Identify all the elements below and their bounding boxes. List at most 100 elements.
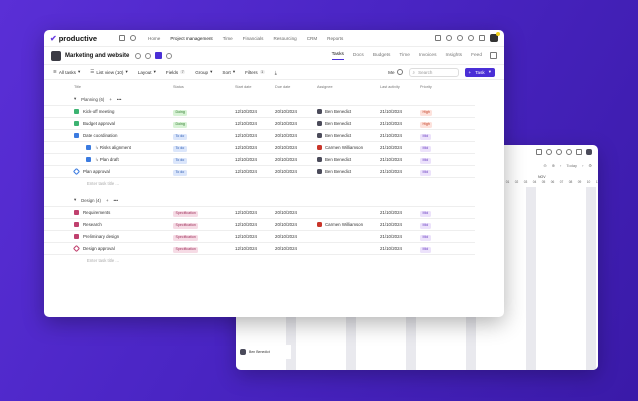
bg-zoom-in-icon[interactable]: ⊕ <box>552 163 555 168</box>
fields-button[interactable]: Fields 7 <box>166 70 186 75</box>
menu-item-reports[interactable]: Reports <box>327 36 343 41</box>
tab-time[interactable]: Time <box>399 53 409 58</box>
table-row[interactable]: Budget approval Doing 12/10/2024 20/10/2024… <box>44 117 475 129</box>
eye-icon[interactable] <box>135 52 142 59</box>
assignee-cell[interactable]: Carmen Williamson <box>317 222 363 228</box>
start-date[interactable]: 12/10/2024 <box>235 169 257 174</box>
due-date[interactable]: 20/10/2024 <box>275 246 297 251</box>
table-row[interactable]: ↳ Plan draft To do 12/10/2024 20/10/2024 Ben… <box>44 153 475 165</box>
enter-task-input[interactable]: Enter task title ... <box>44 177 475 189</box>
tab-tasks[interactable]: Tasks <box>331 52 344 60</box>
assignee-cell[interactable]: Ben Benedict <box>317 109 351 115</box>
start-date[interactable]: 12/10/2024 <box>235 222 257 227</box>
menu-item-crm[interactable]: CRM <box>307 36 317 41</box>
tab-docs[interactable]: Docs <box>353 53 364 58</box>
status-cell[interactable]: To do <box>173 145 187 152</box>
due-date[interactable]: 20/10/2024 <box>275 157 297 162</box>
table-row[interactable]: Preliminary design Specification 12/10/202… <box>44 230 475 242</box>
tab-insights[interactable]: Insights <box>446 53 463 58</box>
table-row[interactable]: Date coordination To do 12/10/2024 20/10/20… <box>44 129 475 141</box>
priority-cell[interactable]: Mid <box>420 246 431 253</box>
status-cell[interactable]: To do <box>173 133 187 140</box>
app-logo[interactable]: ✔ productive <box>50 34 97 43</box>
tab-feed[interactable]: Feed <box>471 53 482 58</box>
bg-clock-icon[interactable] <box>546 149 552 155</box>
download-icon[interactable]: ⤓ <box>275 70 277 75</box>
task-title-cell[interactable]: ↳ Plan draft <box>86 157 119 163</box>
priority-cell[interactable]: High <box>420 121 433 128</box>
table-row[interactable]: Requirements Specification 12/10/2024 20/10… <box>44 206 475 218</box>
task-title-cell[interactable]: Preliminary design <box>74 234 119 240</box>
table-row[interactable]: Research Specification 12/10/2024 20/10/202… <box>44 218 475 230</box>
sort-dropdown[interactable]: Sort ▾ <box>222 69 235 75</box>
status-cell[interactable]: Specification <box>173 210 199 217</box>
menu-item-financials[interactable]: Financials <box>243 36 264 41</box>
status-cell[interactable]: To do <box>173 169 187 176</box>
search-icon[interactable] <box>457 35 463 41</box>
table-row[interactable]: Plan approval To do 12/10/2024 20/10/2024 Be… <box>44 165 475 177</box>
all-tasks-dropdown[interactable]: ≋ All tasks ▾ <box>53 69 80 75</box>
column-header-priority[interactable]: Priority <box>420 85 432 89</box>
due-date[interactable]: 20/10/2024 <box>275 145 297 150</box>
priority-cell[interactable]: Mid <box>420 169 431 176</box>
notifications-icon[interactable] <box>130 35 137 41</box>
due-date[interactable]: 20/10/2024 <box>275 234 297 239</box>
assignee-cell[interactable]: Carmen Williamson <box>317 145 363 151</box>
bg-footer-user[interactable]: Ben Benedict <box>236 345 291 359</box>
add-task-button[interactable]: + Task ▾ <box>464 67 495 77</box>
table-row[interactable]: ↳ Risks alignment To do 12/10/2024 20/10/20… <box>44 141 475 153</box>
task-title-cell[interactable]: Kick-off meeting <box>74 109 114 115</box>
priority-cell[interactable]: High <box>420 109 433 116</box>
task-title-cell[interactable]: Research <box>74 222 102 228</box>
bg-search-icon[interactable] <box>556 149 562 155</box>
tab-budgets[interactable]: Budgets <box>373 53 391 58</box>
chevron-down-icon[interactable]: ▾ <box>489 69 491 75</box>
start-date[interactable]: 12/10/2024 <box>235 246 257 251</box>
column-header-title[interactable]: Title <box>74 85 81 89</box>
sidebar-toggle-icon[interactable] <box>119 35 126 41</box>
menu-item-home[interactable]: Home <box>148 36 160 41</box>
me-filter[interactable]: Me <box>388 69 403 75</box>
bg-settings-icon[interactable]: ⚙ <box>588 163 592 168</box>
assignee-cell[interactable]: Ben Benedict <box>317 121 351 127</box>
column-header-assignee[interactable]: Assignee <box>317 85 333 89</box>
priority-cell[interactable]: Mid <box>420 234 431 241</box>
column-header-start-date[interactable]: Start date <box>235 85 251 89</box>
view-options-icon[interactable] <box>490 52 497 59</box>
group-add-icon[interactable]: + <box>106 198 109 203</box>
start-date[interactable]: 12/10/2024 <box>235 157 257 162</box>
start-date[interactable]: 12/10/2024 <box>235 121 257 126</box>
task-title-cell[interactable]: Date coordination <box>74 133 117 139</box>
task-title-cell[interactable]: Design approval <box>72 245 115 253</box>
start-date[interactable]: 12/10/2024 <box>235 133 257 138</box>
status-cell[interactable]: To do <box>173 157 187 164</box>
start-date[interactable]: 12/10/2024 <box>235 210 257 215</box>
due-date[interactable]: 20/10/2024 <box>275 210 297 215</box>
status-cell[interactable]: Doing <box>173 121 188 128</box>
group-header[interactable]: ▾ Planning (6) + ••• <box>44 93 475 105</box>
search-input[interactable]: ⌕ Search <box>408 67 459 77</box>
bg-today-button[interactable]: Today <box>566 163 577 168</box>
due-date[interactable]: 20/10/2024 <box>275 169 297 174</box>
timer-icon[interactable] <box>446 35 452 41</box>
status-cell[interactable]: Specification <box>173 222 199 229</box>
enter-task-input[interactable]: Enter task title ... <box>44 254 475 266</box>
bg-user-avatar[interactable] <box>586 149 592 155</box>
start-date[interactable]: 12/10/2024 <box>235 145 257 150</box>
priority-cell[interactable]: Mid <box>420 210 431 217</box>
help-icon[interactable] <box>468 35 474 41</box>
priority-cell[interactable]: Mid <box>420 145 431 152</box>
due-date[interactable]: 20/10/2024 <box>275 222 297 227</box>
collapse-chevron-icon[interactable]: ▾ <box>74 197 76 203</box>
task-title-cell[interactable]: Plan approval <box>72 168 110 176</box>
priority-cell[interactable]: Mid <box>420 157 431 164</box>
group-dropdown[interactable]: Group ▾ <box>195 69 212 75</box>
assignee-cell[interactable]: Ben Benedict <box>317 169 351 175</box>
assignee-cell[interactable]: Ben Benedict <box>317 133 351 139</box>
bg-prev-icon[interactable]: ‹ <box>560 163 561 168</box>
star-icon[interactable] <box>145 52 152 59</box>
column-header-due-date[interactable]: Due date <box>275 85 290 89</box>
collapse-chevron-icon[interactable]: ▾ <box>74 96 76 102</box>
bg-grid-icon[interactable] <box>576 149 582 155</box>
layout-dropdown[interactable]: Layout ▾ <box>138 69 156 75</box>
